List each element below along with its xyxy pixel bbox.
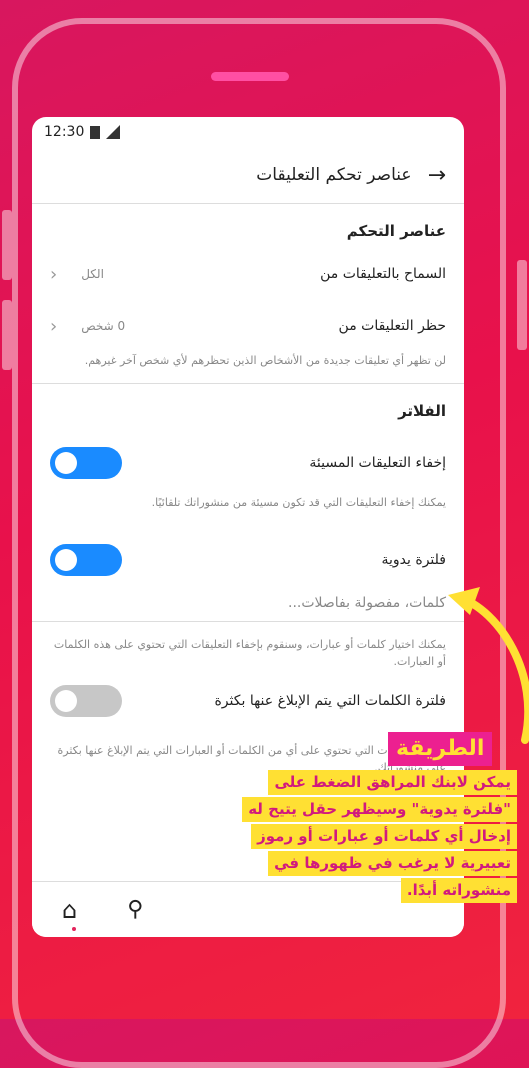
hide-offensive-toggle[interactable] — [50, 447, 122, 479]
manual-filter-note: يمكنك اختيار كلمات أو عبارات، وسنقوم بإخ… — [53, 638, 446, 668]
home-icon[interactable]: ⌂ — [62, 896, 77, 924]
hide-offensive-note: يمكنك إخفاء التعليقات التي قد تكون مسيئة… — [151, 496, 446, 509]
manual-filter-input[interactable]: كلمات، مفصولة بفاصلات... — [32, 595, 464, 622]
callout-line-5: منشوراته أبدًا. — [400, 878, 517, 903]
hide-offensive-label: إخفاء التعليقات المسيئة — [309, 455, 446, 471]
callout-line-2: "فلترة يدوية" وسيظهر حقل يتيح له — [242, 797, 517, 822]
callout-line-1: يمكن لابنك المراهق الضغط على — [268, 770, 517, 795]
hide-offensive-row: إخفاء التعليقات المسيئة — [32, 438, 464, 488]
active-dot — [72, 927, 76, 931]
allow-comments-value: الكل — [81, 267, 104, 281]
allow-comments-row[interactable]: السماح بالتعليقات من الكل ‹ — [32, 248, 464, 300]
manual-filter-toggle[interactable] — [50, 544, 122, 576]
power-button — [517, 260, 527, 350]
volume-button-2 — [2, 300, 12, 370]
most-reported-label: فلترة الكلمات التي يتم الإبلاغ عنها بكثر… — [214, 693, 446, 709]
block-comments-value: 0 شخص — [81, 319, 126, 333]
controls-section-title: عناصر التحكم — [346, 222, 446, 240]
block-comments-row[interactable]: حظر التعليقات من 0 شخص ‹ — [32, 300, 464, 352]
page-title: عناصر تحكم التعليقات — [256, 165, 412, 185]
signal-icon — [106, 125, 121, 139]
curved-arrow-icon — [448, 587, 529, 744]
callout-title: الطريقة — [388, 732, 493, 766]
volume-button — [2, 210, 12, 280]
chevron-left-icon: ‹ — [50, 315, 58, 337]
most-reported-row: فلترة الكلمات التي يتم الإبلاغ عنها بكثر… — [32, 676, 464, 726]
status-time: 12:30 — [44, 124, 85, 140]
callout-line-4: تعبيرية لا يرغب في ظهورها في — [268, 851, 517, 876]
search-icon[interactable]: ⚲ — [127, 897, 143, 922]
filters-section-title: الفلاتر — [398, 402, 446, 420]
block-comments-label: حظر التعليقات من — [338, 318, 446, 334]
bottom-nav: ⌂ ⚲ — [32, 881, 464, 937]
speaker-slot — [211, 72, 289, 81]
chevron-left-icon: ‹ — [50, 263, 58, 285]
most-reported-toggle[interactable] — [50, 685, 122, 717]
battery-icon — [90, 125, 101, 139]
manual-filter-row: فلترة يدوية — [32, 535, 464, 585]
manual-filter-label: فلترة يدوية — [381, 552, 446, 568]
status-bar: 12:30 — [32, 117, 464, 147]
block-note: لن تظهر أي تعليقات جديدة من الأشخاص الذي… — [84, 354, 446, 367]
callout-line-3: إدخال أي كلمات أو عبارات أو رموز — [251, 824, 517, 849]
arrow-right-icon[interactable]: → — [428, 163, 446, 188]
allow-comments-label: السماح بالتعليقات من — [320, 266, 446, 282]
title-bar: → عناصر تحكم التعليقات — [32, 147, 464, 204]
